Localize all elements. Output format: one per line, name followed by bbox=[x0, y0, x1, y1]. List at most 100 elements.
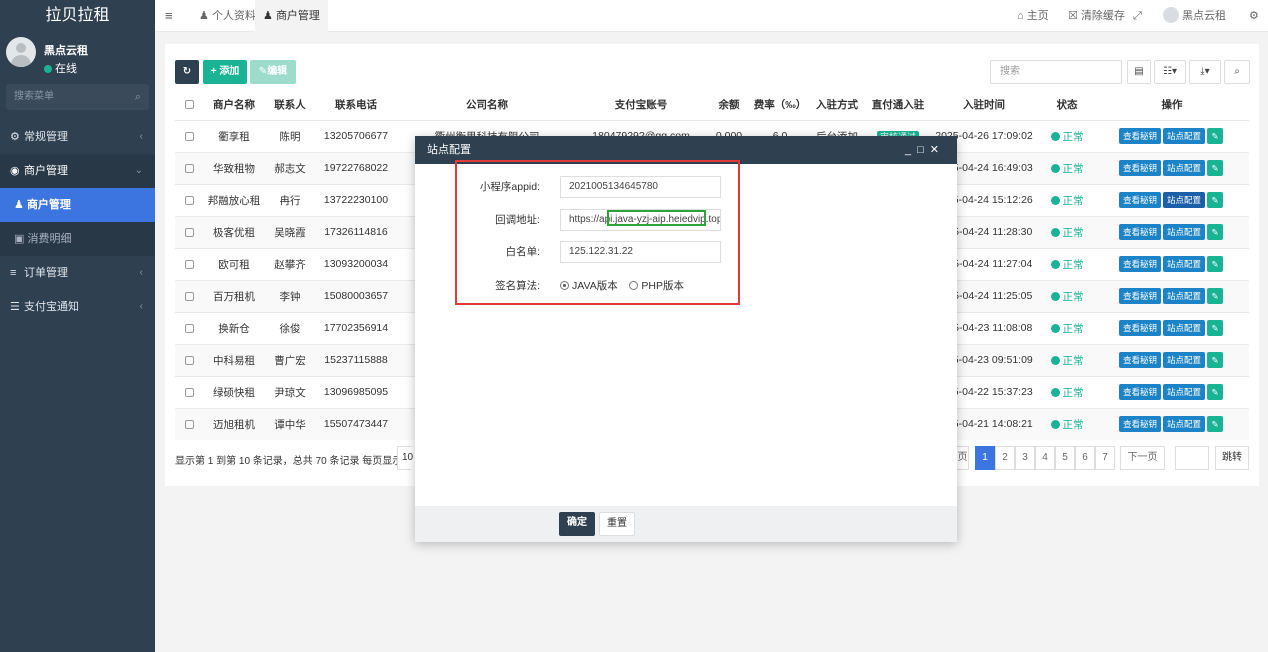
site-config-button[interactable]: 站点配置 bbox=[1163, 384, 1206, 400]
col-header[interactable]: 联系人 bbox=[265, 90, 315, 121]
site-config-button[interactable]: 站点配置 bbox=[1163, 192, 1206, 208]
sidebar-item-general[interactable]: ⚙ 常规管理 ‹ bbox=[0, 120, 155, 154]
col-header[interactable]: 费率（‰） bbox=[753, 90, 807, 121]
minimize-icon[interactable]: _ bbox=[905, 144, 917, 156]
export-button[interactable]: ⤓▾ bbox=[1189, 60, 1221, 84]
select-all-checkbox[interactable] bbox=[175, 90, 203, 121]
view-secret-button[interactable]: 查看秘钥 bbox=[1118, 352, 1161, 368]
page-button[interactable]: 5 bbox=[1055, 446, 1075, 470]
add-button[interactable]: + 添加 bbox=[203, 60, 247, 84]
site-config-button[interactable]: 站点配置 bbox=[1163, 224, 1206, 240]
home-link[interactable]: ⌂ 主页 bbox=[1017, 0, 1049, 32]
page-button[interactable]: 6 bbox=[1075, 446, 1095, 470]
row-checkbox[interactable] bbox=[175, 247, 203, 280]
view-secret-button[interactable]: 查看秘钥 bbox=[1118, 160, 1161, 176]
clear-cache-link[interactable]: ☒ 清除缓存 bbox=[1068, 0, 1125, 32]
site-config-button[interactable]: 站点配置 bbox=[1163, 320, 1206, 336]
columns-button[interactable]: ☷▾ bbox=[1154, 60, 1186, 84]
view-secret-button[interactable]: 查看秘钥 bbox=[1118, 288, 1161, 304]
edit-button[interactable]: ✎编辑 bbox=[250, 60, 296, 84]
pencil-icon: ✎ bbox=[1211, 387, 1219, 397]
sidebar-subitem-consume[interactable]: ▣ 消费明细 bbox=[0, 222, 155, 256]
view-secret-button[interactable]: 查看秘钥 bbox=[1118, 416, 1161, 433]
edit-row-button[interactable]: ✎ bbox=[1207, 384, 1224, 400]
row-checkbox[interactable] bbox=[175, 375, 203, 408]
col-header[interactable]: 状态 bbox=[1039, 90, 1095, 121]
site-config-button[interactable]: 站点配置 bbox=[1163, 416, 1206, 433]
edit-row-button[interactable]: ✎ bbox=[1207, 288, 1224, 304]
toggle-view-button[interactable]: ▤ bbox=[1127, 60, 1151, 84]
close-icon[interactable]: ✕ bbox=[930, 144, 945, 156]
advanced-search-button[interactable]: ⌕ bbox=[1224, 60, 1250, 84]
site-config-button[interactable]: 站点配置 bbox=[1163, 352, 1206, 368]
avatar[interactable] bbox=[6, 37, 36, 67]
site-config-button[interactable]: 站点配置 bbox=[1163, 288, 1206, 304]
fullscreen-icon[interactable]: ⤢ bbox=[1133, 0, 1142, 32]
row-checkbox[interactable] bbox=[175, 311, 203, 344]
user-menu[interactable]: 黑点云租 bbox=[1163, 0, 1226, 32]
view-secret-button[interactable]: 查看秘钥 bbox=[1118, 192, 1161, 208]
cell-status: 正常 bbox=[1039, 119, 1095, 152]
edit-row-button[interactable]: ✎ bbox=[1207, 352, 1224, 368]
row-checkbox[interactable] bbox=[175, 183, 203, 216]
sidebar-item-merchant[interactable]: ◉ 商户管理 ⌄ bbox=[0, 154, 155, 188]
page-button[interactable]: 2 bbox=[995, 446, 1015, 470]
row-checkbox[interactable] bbox=[175, 215, 203, 248]
edit-row-button[interactable]: ✎ bbox=[1207, 192, 1224, 208]
cell-actions: 查看秘钥 站点配置 ✎ bbox=[1095, 119, 1249, 152]
jump-page-input[interactable] bbox=[1175, 446, 1209, 470]
edit-row-button[interactable]: ✎ bbox=[1207, 256, 1224, 272]
site-config-button[interactable]: 站点配置 bbox=[1163, 160, 1206, 176]
reset-button[interactable]: 重置 bbox=[599, 512, 635, 536]
online-dot-icon bbox=[44, 65, 52, 73]
col-header[interactable]: 商户名称 bbox=[203, 90, 265, 121]
row-checkbox[interactable] bbox=[175, 343, 203, 376]
view-secret-button[interactable]: 查看秘钥 bbox=[1118, 128, 1161, 144]
search-input[interactable]: 搜索 bbox=[990, 60, 1122, 84]
view-secret-button[interactable]: 查看秘钥 bbox=[1118, 320, 1161, 336]
col-header[interactable]: 支付宝账号 bbox=[577, 90, 705, 121]
edit-row-button[interactable]: ✎ bbox=[1207, 224, 1224, 240]
row-checkbox[interactable] bbox=[175, 119, 203, 152]
jump-button[interactable]: 跳转 bbox=[1215, 446, 1249, 470]
page-button[interactable]: 4 bbox=[1035, 446, 1055, 470]
prev-page-button[interactable]: 页 bbox=[957, 446, 969, 470]
edit-row-button[interactable]: ✎ bbox=[1207, 160, 1224, 176]
refresh-button[interactable]: ↻ bbox=[175, 60, 199, 84]
sidebar-subitem-merchant[interactable]: ♟ 商户管理 bbox=[0, 188, 155, 222]
sidebar-item-orders[interactable]: ≡ 订单管理 ‹ bbox=[0, 256, 155, 290]
page-button[interactable]: 1 bbox=[975, 446, 995, 470]
search-icon[interactable]: ⌕ bbox=[135, 84, 141, 110]
view-secret-button[interactable]: 查看秘钥 bbox=[1118, 384, 1161, 400]
next-page-button[interactable]: 下一页 bbox=[1120, 446, 1165, 470]
col-header[interactable]: 入驻时间 bbox=[929, 90, 1039, 121]
site-config-button[interactable]: 站点配置 bbox=[1163, 256, 1206, 272]
sidebar-item-alipay[interactable]: ☰ 支付宝通知 ‹ bbox=[0, 290, 155, 324]
menu-toggle-icon[interactable]: ≡ bbox=[165, 0, 173, 32]
col-header[interactable]: 入驻方式 bbox=[807, 90, 867, 121]
status-dot-icon bbox=[1050, 291, 1060, 301]
row-checkbox[interactable] bbox=[175, 407, 203, 440]
page-size-select[interactable]: 10 bbox=[397, 446, 413, 470]
brand-title[interactable]: 拉贝拉租 bbox=[0, 0, 155, 32]
row-checkbox[interactable] bbox=[175, 279, 203, 312]
col-header[interactable]: 联系电话 bbox=[315, 90, 397, 121]
col-header[interactable]: 直付通入驻 bbox=[867, 90, 929, 121]
col-header[interactable]: 余额 bbox=[705, 90, 753, 121]
row-checkbox[interactable] bbox=[175, 151, 203, 184]
edit-row-button[interactable]: ✎ bbox=[1207, 128, 1224, 144]
view-secret-button[interactable]: 查看秘钥 bbox=[1118, 256, 1161, 272]
tab-merchant[interactable]: ♟ 商户管理 bbox=[255, 0, 328, 32]
site-config-button[interactable]: 站点配置 bbox=[1163, 128, 1206, 144]
tab-profile[interactable]: ♟ 个人资料 bbox=[191, 0, 264, 32]
edit-row-button[interactable]: ✎ bbox=[1207, 320, 1224, 336]
settings-icon[interactable]: ⚙ bbox=[1249, 0, 1259, 32]
view-secret-button[interactable]: 查看秘钥 bbox=[1118, 224, 1161, 240]
edit-row-button[interactable]: ✎ bbox=[1207, 416, 1224, 433]
confirm-button[interactable]: 确定 bbox=[559, 512, 595, 536]
page-button[interactable]: 3 bbox=[1015, 446, 1035, 470]
menu-search-input[interactable]: 搜索菜单 ⌕ bbox=[6, 84, 149, 110]
col-header[interactable]: 公司名称 bbox=[397, 90, 577, 121]
page-button[interactable]: 7 bbox=[1095, 446, 1115, 470]
maximize-icon[interactable]: □ bbox=[917, 144, 930, 156]
